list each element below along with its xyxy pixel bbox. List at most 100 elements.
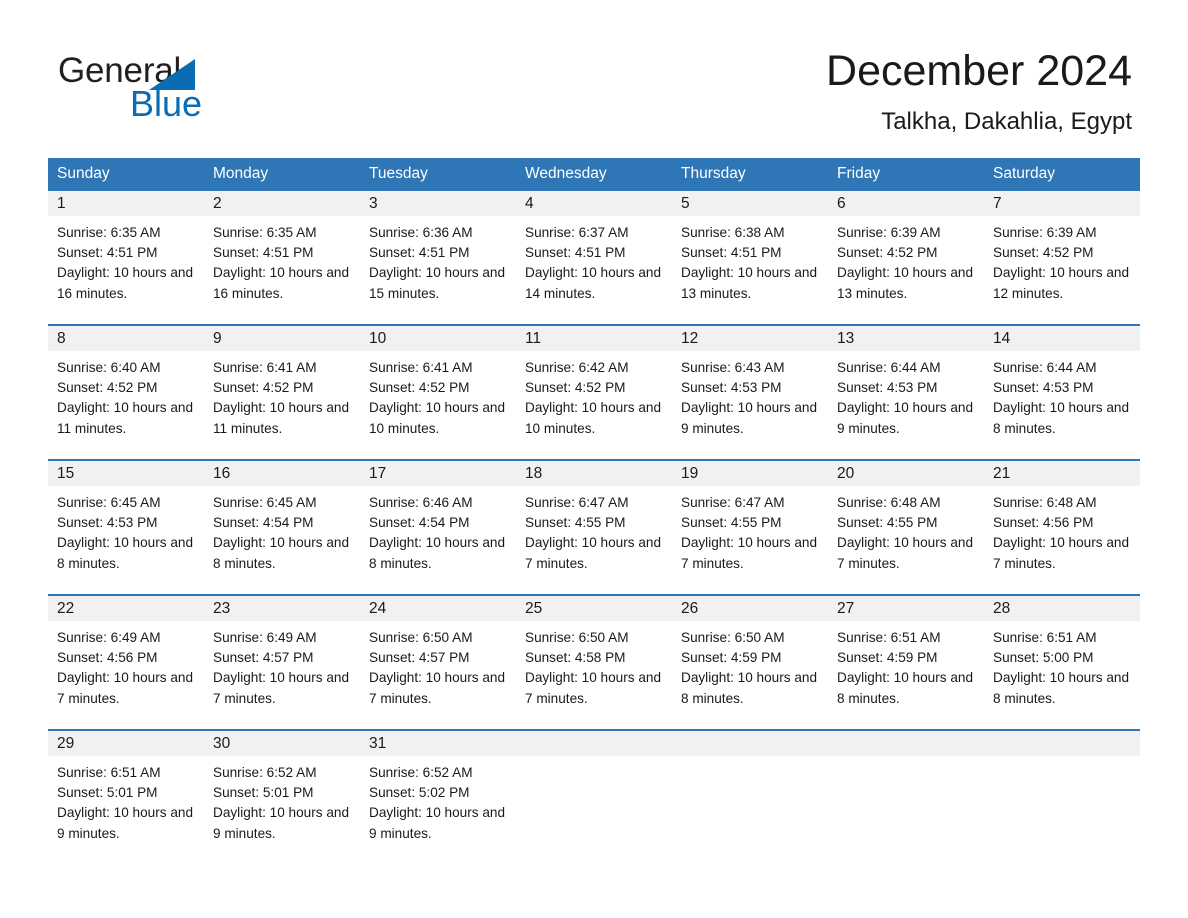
day-number: 16: [213, 465, 231, 482]
sunset-text: Sunset: 4:52 PM: [993, 245, 1094, 261]
day-cell[interactable]: 24 Sunrise: 6:50 AM Sunset: 4:57 PM Dayligh…: [360, 596, 516, 729]
day-cell[interactable]: 11 Sunrise: 6:42 AM Sunset: 4:52 PM Dayligh…: [516, 326, 672, 459]
title-block: December 2024 Talkha, Dakahlia, Egypt: [826, 46, 1132, 136]
day-info: Sunrise: 6:37 AM Sunset: 4:51 PM Daylight:…: [516, 216, 672, 304]
sunset-text: Sunset: 4:54 PM: [369, 515, 470, 531]
day-number: 23: [213, 600, 231, 617]
day-info: Sunrise: 6:51 AM Sunset: 4:59 PM Daylight:…: [828, 621, 984, 709]
day-number-band: [516, 731, 672, 756]
day-info: Sunrise: 6:35 AM Sunset: 4:51 PM Daylight:…: [204, 216, 360, 304]
day-number-band: [828, 731, 984, 756]
general-blue-logo: General Blue: [58, 52, 338, 124]
week-row: 15 Sunrise: 6:45 AM Sunset: 4:53 PM Dayligh…: [48, 459, 1140, 594]
day-cell[interactable]: 2 Sunrise: 6:35 AM Sunset: 4:51 PM Daylight…: [204, 191, 360, 324]
day-info: Sunrise: 6:46 AM Sunset: 4:54 PM Daylight:…: [360, 486, 516, 574]
day-cell[interactable]: 25 Sunrise: 6:50 AM Sunset: 4:58 PM Dayligh…: [516, 596, 672, 729]
day-cell[interactable]: 20 Sunrise: 6:48 AM Sunset: 4:55 PM Dayligh…: [828, 461, 984, 594]
sunset-text: Sunset: 4:56 PM: [57, 650, 158, 666]
day-number: 14: [993, 330, 1011, 347]
day-cell[interactable]: 10 Sunrise: 6:41 AM Sunset: 4:52 PM Dayligh…: [360, 326, 516, 459]
daylight-text: Daylight: 10 hours and 9 minutes.: [57, 805, 194, 841]
day-cell[interactable]: 3 Sunrise: 6:36 AM Sunset: 4:51 PM Daylight…: [360, 191, 516, 324]
week-row: 22 Sunrise: 6:49 AM Sunset: 4:56 PM Dayligh…: [48, 594, 1140, 729]
day-number: 10: [369, 330, 387, 347]
day-cell[interactable]: 23 Sunrise: 6:49 AM Sunset: 4:57 PM Dayligh…: [204, 596, 360, 729]
day-number-band: 30: [204, 731, 360, 756]
day-cell[interactable]: 4 Sunrise: 6:37 AM Sunset: 4:51 PM Daylight…: [516, 191, 672, 324]
day-info: Sunrise: 6:41 AM Sunset: 4:52 PM Daylight:…: [204, 351, 360, 439]
day-number-band: 26: [672, 596, 828, 621]
day-cell[interactable]: 12 Sunrise: 6:43 AM Sunset: 4:53 PM Dayligh…: [672, 326, 828, 459]
day-number: 2: [213, 195, 222, 212]
day-cell[interactable]: 1 Sunrise: 6:35 AM Sunset: 4:51 PM Daylight…: [48, 191, 204, 324]
sunset-text: Sunset: 4:51 PM: [525, 245, 626, 261]
weekday-header-monday: Monday: [213, 165, 269, 182]
sunrise-text: Sunrise: 6:46 AM: [369, 495, 473, 510]
sunrise-text: Sunrise: 6:49 AM: [57, 630, 161, 645]
weekday-header-row: Sunday Monday Tuesday Wednesday Thursday…: [48, 158, 1140, 189]
day-cell[interactable]: 6 Sunrise: 6:39 AM Sunset: 4:52 PM Daylight…: [828, 191, 984, 324]
day-number-band: 9: [204, 326, 360, 351]
daylight-text: Daylight: 10 hours and 11 minutes.: [57, 400, 194, 436]
day-cell[interactable]: 29 Sunrise: 6:51 AM Sunset: 5:01 PM Dayligh…: [48, 731, 204, 864]
daylight-text: Daylight: 10 hours and 7 minutes.: [57, 670, 194, 706]
sunrise-text: Sunrise: 6:39 AM: [993, 225, 1097, 240]
sunrise-text: Sunrise: 6:38 AM: [681, 225, 785, 240]
sunrise-text: Sunrise: 6:44 AM: [993, 360, 1097, 375]
day-number: 8: [57, 330, 66, 347]
day-cell[interactable]: 19 Sunrise: 6:47 AM Sunset: 4:55 PM Dayligh…: [672, 461, 828, 594]
day-number-band: [672, 731, 828, 756]
daylight-text: Daylight: 10 hours and 11 minutes.: [213, 400, 350, 436]
daylight-text: Daylight: 10 hours and 9 minutes.: [681, 400, 818, 436]
daylight-text: Daylight: 10 hours and 8 minutes.: [213, 535, 350, 571]
daylight-text: Daylight: 10 hours and 8 minutes.: [993, 670, 1130, 706]
day-cell[interactable]: 7 Sunrise: 6:39 AM Sunset: 4:52 PM Daylight…: [984, 191, 1140, 324]
day-cell[interactable]: 22 Sunrise: 6:49 AM Sunset: 4:56 PM Dayligh…: [48, 596, 204, 729]
daylight-text: Daylight: 10 hours and 7 minutes.: [837, 535, 974, 571]
day-cell[interactable]: 14 Sunrise: 6:44 AM Sunset: 4:53 PM Dayligh…: [984, 326, 1140, 459]
sunset-text: Sunset: 4:53 PM: [57, 515, 158, 531]
day-info: Sunrise: 6:52 AM Sunset: 5:01 PM Daylight:…: [204, 756, 360, 844]
sunrise-text: Sunrise: 6:52 AM: [213, 765, 317, 780]
day-number: 5: [681, 195, 690, 212]
sunrise-text: Sunrise: 6:52 AM: [369, 765, 473, 780]
day-cell[interactable]: 17 Sunrise: 6:46 AM Sunset: 4:54 PM Dayligh…: [360, 461, 516, 594]
day-number-band: 3: [360, 191, 516, 216]
sunset-text: Sunset: 4:53 PM: [681, 380, 782, 396]
day-number-band: 4: [516, 191, 672, 216]
day-number: 26: [681, 600, 699, 617]
sunrise-text: Sunrise: 6:48 AM: [993, 495, 1097, 510]
day-number-band: 23: [204, 596, 360, 621]
sunrise-text: Sunrise: 6:51 AM: [837, 630, 941, 645]
day-number-band: 25: [516, 596, 672, 621]
day-cell[interactable]: 5 Sunrise: 6:38 AM Sunset: 4:51 PM Daylight…: [672, 191, 828, 324]
day-cell[interactable]: 27 Sunrise: 6:51 AM Sunset: 4:59 PM Dayligh…: [828, 596, 984, 729]
day-cell[interactable]: 15 Sunrise: 6:45 AM Sunset: 4:53 PM Dayligh…: [48, 461, 204, 594]
sunrise-text: Sunrise: 6:45 AM: [57, 495, 161, 510]
day-cell[interactable]: 13 Sunrise: 6:44 AM Sunset: 4:53 PM Dayligh…: [828, 326, 984, 459]
daylight-text: Daylight: 10 hours and 8 minutes.: [369, 535, 506, 571]
day-info: Sunrise: 6:44 AM Sunset: 4:53 PM Daylight:…: [984, 351, 1140, 439]
day-cell[interactable]: 21 Sunrise: 6:48 AM Sunset: 4:56 PM Dayligh…: [984, 461, 1140, 594]
sunrise-text: Sunrise: 6:36 AM: [369, 225, 473, 240]
day-cell[interactable]: 31 Sunrise: 6:52 AM Sunset: 5:02 PM Dayligh…: [360, 731, 516, 864]
sunrise-text: Sunrise: 6:51 AM: [993, 630, 1097, 645]
day-info: Sunrise: 6:42 AM Sunset: 4:52 PM Daylight:…: [516, 351, 672, 439]
week-row: 8 Sunrise: 6:40 AM Sunset: 4:52 PM Daylight…: [48, 324, 1140, 459]
day-cell[interactable]: 16 Sunrise: 6:45 AM Sunset: 4:54 PM Dayligh…: [204, 461, 360, 594]
day-cell[interactable]: 30 Sunrise: 6:52 AM Sunset: 5:01 PM Dayligh…: [204, 731, 360, 864]
day-info: Sunrise: 6:45 AM Sunset: 4:54 PM Daylight:…: [204, 486, 360, 574]
day-cell[interactable]: 28 Sunrise: 6:51 AM Sunset: 5:00 PM Dayligh…: [984, 596, 1140, 729]
day-info: Sunrise: 6:51 AM Sunset: 5:00 PM Daylight:…: [984, 621, 1140, 709]
sunset-text: Sunset: 4:58 PM: [525, 650, 626, 666]
day-cell[interactable]: 26 Sunrise: 6:50 AM Sunset: 4:59 PM Dayligh…: [672, 596, 828, 729]
day-cell[interactable]: 18 Sunrise: 6:47 AM Sunset: 4:55 PM Dayligh…: [516, 461, 672, 594]
page-title: December 2024: [826, 47, 1132, 95]
day-cell[interactable]: 9 Sunrise: 6:41 AM Sunset: 4:52 PM Daylight…: [204, 326, 360, 459]
day-info: Sunrise: 6:38 AM Sunset: 4:51 PM Daylight:…: [672, 216, 828, 304]
sunrise-text: Sunrise: 6:50 AM: [525, 630, 629, 645]
day-number: 13: [837, 330, 855, 347]
sunrise-text: Sunrise: 6:45 AM: [213, 495, 317, 510]
day-cell[interactable]: 8 Sunrise: 6:40 AM Sunset: 4:52 PM Daylight…: [48, 326, 204, 459]
daylight-text: Daylight: 10 hours and 16 minutes.: [57, 265, 194, 301]
